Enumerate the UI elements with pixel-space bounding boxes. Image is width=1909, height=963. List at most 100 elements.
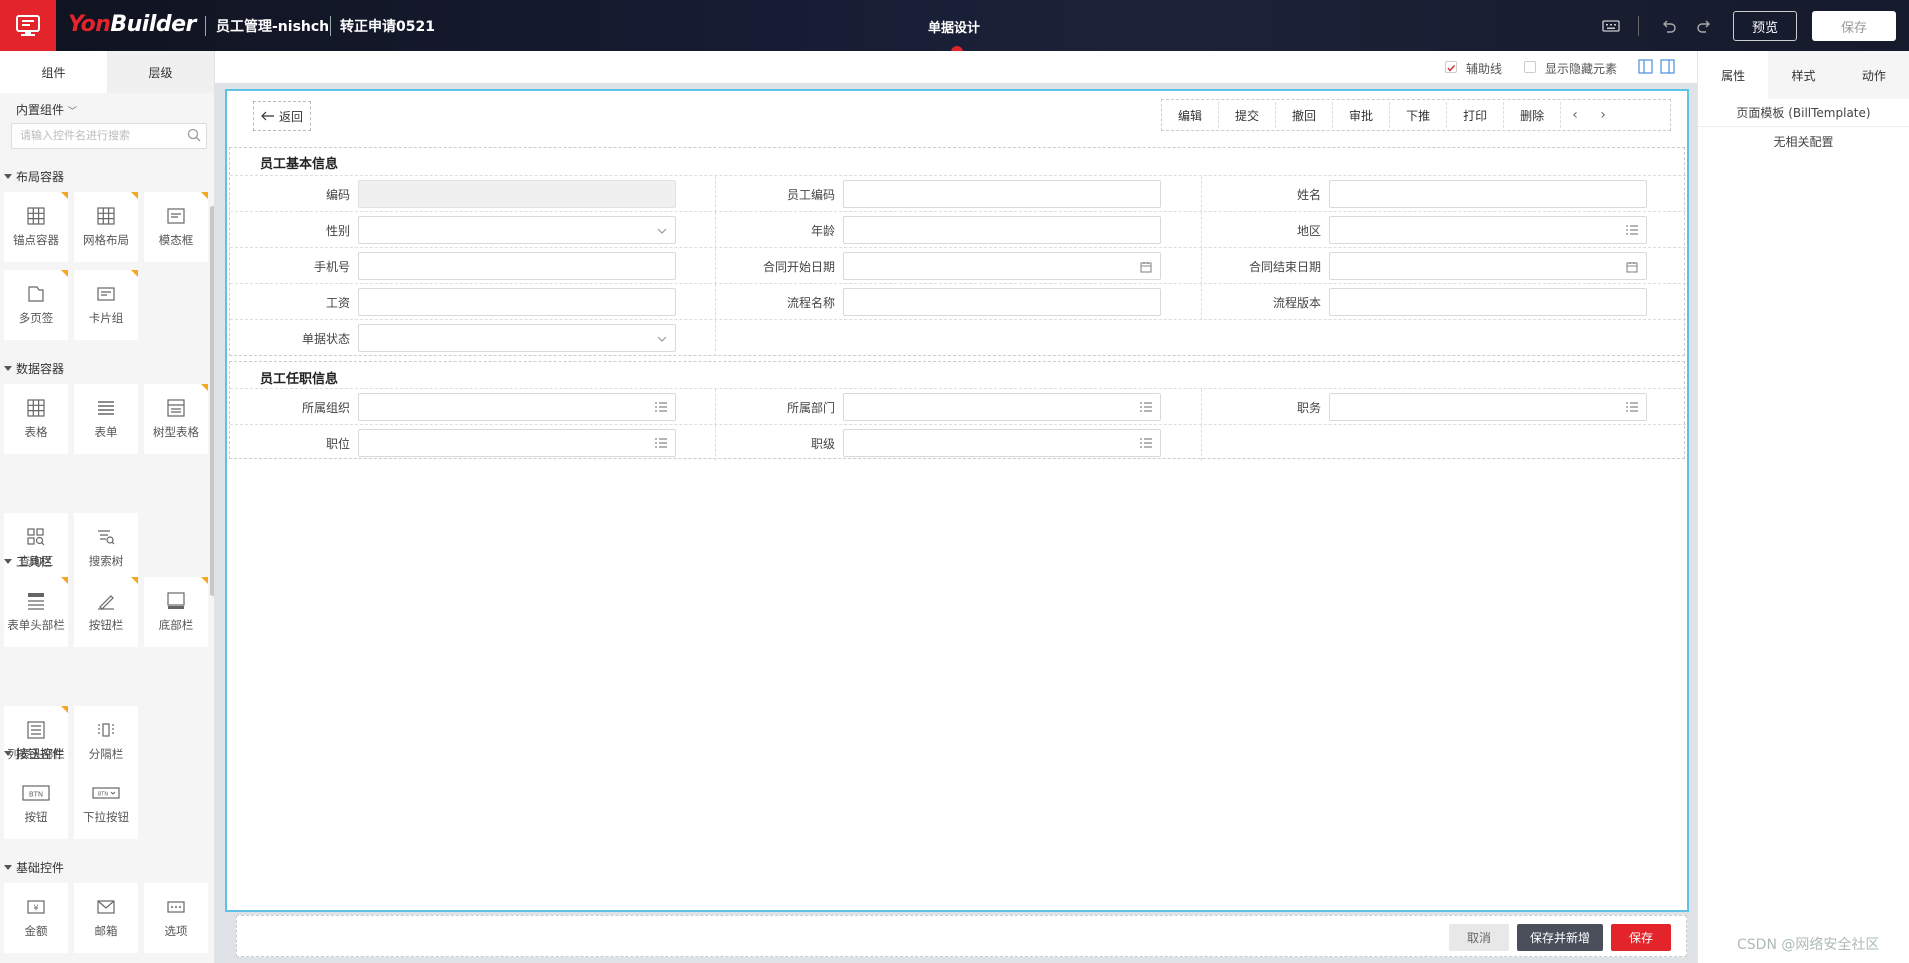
field-input[interactable] [358, 393, 676, 421]
save-button[interactable]: 保存 [1812, 11, 1896, 41]
field-input[interactable] [1329, 288, 1647, 316]
component-multi-tab[interactable]: 多页签 [4, 270, 68, 340]
withdraw-button[interactable]: 撤回 [1276, 102, 1334, 128]
dropdown-button-icon: BTN [92, 787, 120, 799]
component-dropdown-button[interactable]: BTN 下拉按钮 [74, 769, 138, 839]
chevron-down-icon[interactable] [657, 225, 667, 236]
field-input[interactable] [843, 216, 1161, 244]
group-button-controls[interactable]: 按钮控件 [4, 745, 64, 762]
list-icon[interactable] [1140, 438, 1152, 450]
prev-record-icon[interactable]: ‹ [1561, 102, 1589, 128]
column-divider [715, 212, 716, 248]
field-input[interactable] [1329, 180, 1647, 208]
field-input[interactable] [358, 429, 676, 457]
component-button[interactable]: BTN 按钮 [4, 769, 68, 839]
component-footer-bar[interactable]: 底部栏 [144, 577, 208, 647]
group-basic-controls[interactable]: 基础控件 [4, 859, 64, 876]
form-row: 编码 员工编码 姓名 [230, 175, 1686, 212]
component-tree-table[interactable]: 树型表格 [144, 384, 208, 454]
show-hidden-checkbox[interactable] [1524, 61, 1536, 73]
list-icon[interactable] [655, 402, 667, 414]
component-form[interactable]: 表单 [74, 384, 138, 454]
field-input[interactable] [358, 324, 676, 352]
layout-right-panel-icon[interactable] [1660, 59, 1675, 77]
undo-icon[interactable] [1659, 16, 1679, 36]
field-input[interactable] [358, 288, 676, 316]
field-input[interactable] [843, 393, 1161, 421]
component-modal[interactable]: 模态框 [144, 192, 208, 262]
field-input[interactable] [358, 180, 676, 208]
builtin-components-dropdown[interactable]: 内置组件 ﹀ [16, 101, 77, 118]
component-amount[interactable]: ¥ 金额 [4, 883, 68, 953]
component-grid-layout[interactable]: 网格布局 [74, 192, 138, 262]
approve-button[interactable]: 审批 [1333, 102, 1391, 128]
edit-button[interactable]: 编辑 [1162, 102, 1220, 128]
print-button[interactable]: 打印 [1447, 102, 1505, 128]
form-row: 单据状态 [230, 319, 1686, 356]
layout-left-panel-icon[interactable] [1638, 59, 1653, 77]
component-divider-bar[interactable]: 分隔栏 [74, 706, 138, 776]
field-input[interactable] [1329, 252, 1647, 280]
search-icon[interactable] [187, 128, 201, 145]
guides-label: 辅助线 [1466, 62, 1503, 76]
column-divider [715, 389, 716, 425]
section-title: 员工任职信息 [260, 372, 339, 387]
field-input[interactable] [843, 180, 1161, 208]
field-input[interactable] [1329, 393, 1647, 421]
form-field: 编码 [230, 176, 715, 212]
field-input[interactable] [843, 252, 1161, 280]
calendar-icon[interactable] [1140, 261, 1152, 275]
group-toolbars[interactable]: 工具栏 [4, 553, 52, 570]
tab-styles[interactable]: 样式 [1768, 51, 1838, 99]
field-input[interactable] [843, 429, 1161, 457]
component-search-input[interactable]: 请输入控件名进行搜索 [11, 123, 207, 149]
cancel-button[interactable]: 取消 [1449, 924, 1509, 951]
divider [205, 16, 206, 36]
component-list-header-bar[interactable]: 列表头部栏 [4, 706, 68, 776]
component-table[interactable]: 表格 [4, 384, 68, 454]
component-form-header-bar[interactable]: 表单头部栏 [4, 577, 68, 647]
list-icon[interactable] [1626, 402, 1638, 414]
tab-properties[interactable]: 属性 [1698, 51, 1769, 99]
calendar-icon[interactable] [1626, 261, 1638, 275]
design-canvas[interactable]: 返回 编辑 提交 撤回 审批 下推 打印 删除 ‹ › 员工基本信息 编码 员工编… [225, 89, 1689, 912]
footer-save-button[interactable]: 保存 [1611, 924, 1671, 951]
component-email[interactable]: 邮箱 [74, 883, 138, 953]
tab-hierarchy[interactable]: 层级 [107, 51, 214, 93]
next-record-icon[interactable]: › [1589, 102, 1617, 128]
tab-actions[interactable]: 动作 [1839, 51, 1909, 99]
field-label: 职位 [325, 437, 350, 451]
tab-components[interactable]: 组件 [0, 51, 107, 93]
section-title: 员工基本信息 [260, 157, 339, 172]
component-anchor-container[interactable]: 锚点容器 [4, 192, 68, 262]
field-input[interactable] [843, 288, 1161, 316]
field-input[interactable] [1329, 216, 1647, 244]
save-and-new-button[interactable]: 保存并新增 [1517, 924, 1603, 951]
list-icon[interactable] [1626, 225, 1638, 237]
field-label: 所属组织 [301, 401, 350, 415]
component-search-tree[interactable]: 搜索树 [74, 513, 138, 583]
keyboard-icon[interactable] [1601, 16, 1621, 36]
back-button[interactable]: 返回 [253, 101, 311, 131]
component-query-area[interactable]: 查询区 [4, 513, 68, 583]
group-layout-containers[interactable]: 布局容器 [4, 168, 64, 185]
delete-button[interactable]: 删除 [1504, 102, 1562, 128]
guides-checkbox[interactable] [1445, 61, 1457, 73]
group-data-containers[interactable]: 数据容器 [4, 360, 64, 377]
component-card-group[interactable]: 卡片组 [74, 270, 138, 340]
field-input[interactable] [358, 216, 676, 244]
watermark: CSDN @网络安全社区 [1737, 937, 1880, 953]
component-button-bar[interactable]: 按钮栏 [74, 577, 138, 647]
list-icon[interactable] [655, 438, 667, 450]
field-input[interactable] [358, 252, 676, 280]
no-config-text: 无相关配置 [1773, 135, 1834, 149]
push-down-button[interactable]: 下推 [1390, 102, 1448, 128]
redo-icon[interactable] [1694, 16, 1714, 36]
app-logo-icon[interactable] [0, 0, 56, 51]
submit-button[interactable]: 提交 [1219, 102, 1277, 128]
preview-button[interactable]: 预览 [1733, 11, 1797, 41]
list-icon[interactable] [1140, 402, 1152, 414]
component-panel: 组件 层级 内置组件 ﹀ 请输入控件名进行搜索 布局容器 锚点容器 网格布局 模… [0, 51, 215, 963]
component-option[interactable]: 选项 [144, 883, 208, 953]
chevron-down-icon[interactable] [657, 333, 667, 344]
